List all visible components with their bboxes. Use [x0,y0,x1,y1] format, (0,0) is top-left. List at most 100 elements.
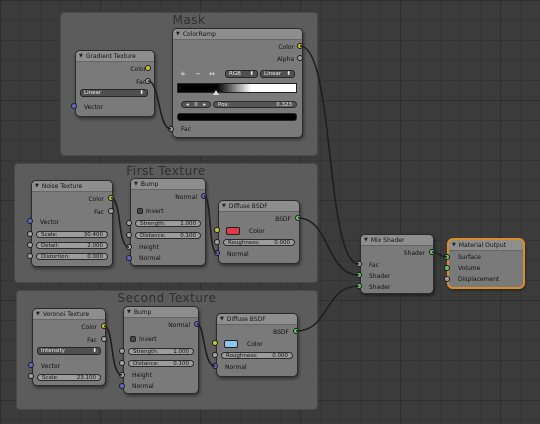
gradient-type-dropdown[interactable]: Linear ⬍ [80,89,148,97]
node-mix-shader[interactable]: ▼ Mix Shader Shader Fac Shader Shader [360,234,434,294]
socket-diffuse1-bsdf[interactable] [295,215,301,221]
stop-color-swatch[interactable] [177,113,297,121]
socket-ramp-fac[interactable] [168,126,174,132]
socket-bump2-strength[interactable] [119,348,125,354]
output-color-label: Color [278,44,294,51]
socket-bump1-distance[interactable] [126,232,132,238]
input-vector-label: Vector [41,363,61,370]
socket-voronoi-fac[interactable] [101,336,107,342]
socket-voronoi-vector[interactable] [28,362,34,368]
output-fac-label: Fac [87,337,97,344]
socket-voronoi-scale[interactable] [28,373,34,379]
socket-gradient-vector[interactable] [71,103,77,109]
socket-bump2-normal-in[interactable] [119,383,125,389]
node-material-output[interactable]: ▼ Material Output Surface Volume Displace… [448,239,524,288]
collapse-icon[interactable]: ▼ [127,309,131,315]
color-mode-dropdown[interactable]: RGB ⬍ [225,70,258,78]
socket-diffuse2-roughness[interactable] [212,352,218,358]
node-diffuse-bsdf-2[interactable]: ▼ Diffuse BSDF BSDF Color Roughness: 0.000… [216,313,298,377]
socket-noise-fac[interactable] [108,208,114,214]
socket-diffuse2-color[interactable] [212,340,218,346]
node-bump-2[interactable]: ▼ Bump Normal Invert Strength: 1.000 Dista… [123,306,199,394]
socket-diffuse2-bsdf[interactable] [293,328,299,334]
node-gradient-texture[interactable]: ▼ Gradient Texture Color Fac Linear ⬍ Vect… [75,50,155,117]
socket-gradient-color[interactable] [145,65,151,71]
stop-position-field[interactable]: Pos: 0.323 [213,101,297,108]
socket-ramp-color[interactable] [297,43,303,49]
ramp-stop-marker-icon[interactable] [213,90,219,95]
socket-noise-vector[interactable] [27,218,33,224]
socket-diffuse2-normal[interactable] [212,363,218,369]
collapse-icon[interactable]: ▼ [220,316,224,322]
roughness-field[interactable]: Roughness: 0.000 [223,239,295,246]
diffuse-color-swatch[interactable] [224,340,238,348]
field-label: Scale: [41,231,58,238]
coloring-dropdown[interactable]: Intensity ⬍ [37,347,101,355]
scale-field[interactable]: Scale: 23.100 [37,374,101,381]
socket-noise-distortion[interactable] [27,253,33,259]
socket-bump1-strength[interactable] [126,220,132,226]
socket-gradient-fac[interactable] [145,78,151,84]
socket-noise-color[interactable] [108,195,114,201]
input-surface-label: Surface [458,254,481,261]
socket-mix-shader-out[interactable] [429,249,435,255]
socket-diffuse1-roughness[interactable] [214,239,220,245]
flip-ramp-button[interactable]: ↔ [209,70,215,78]
distance-field[interactable]: Distance: 0.100 [135,232,201,239]
socket-bump2-height[interactable] [119,372,125,378]
output-bsdf-label: BSDF [275,216,291,223]
node-noise-texture[interactable]: ▼ Noise Texture Color Fac Vector Scale: 30… [31,180,113,267]
strength-field[interactable]: Strength: 1.000 [135,220,201,227]
socket-mix-fac[interactable] [356,261,362,267]
frame-title-first: First Texture [126,164,206,178]
node-bump-1[interactable]: ▼ Bump Normal Invert Strength: 1.000 Dista… [130,178,206,266]
distortion-field[interactable]: Distortion: 0.000 [36,253,108,260]
collapse-icon[interactable]: ▼ [35,183,39,189]
invert-checkbox[interactable] [137,208,143,214]
invert-checkbox[interactable] [130,336,136,342]
color-ramp-gradient-bar[interactable] [177,83,297,93]
node-title: Bump [140,180,159,188]
collapse-icon[interactable]: ▼ [364,237,368,243]
detail-field[interactable]: Detail: 2.000 [36,242,108,249]
socket-output-surface[interactable] [444,254,450,260]
socket-bump1-normal-out[interactable] [201,193,207,199]
socket-voronoi-color[interactable] [101,323,107,329]
remove-stop-button[interactable]: − [195,70,201,78]
socket-ramp-alpha[interactable] [297,55,303,61]
collapse-icon[interactable]: ▼ [36,311,40,317]
field-value: 0.000 [274,239,290,246]
socket-mix-shader2[interactable] [356,283,362,289]
dropdown-value: RGB [229,71,241,77]
interpolation-dropdown[interactable]: Linear ⬍ [260,70,295,78]
collapse-icon[interactable]: ▼ [222,203,226,209]
dropdown-arrow-icon: ⬍ [249,71,254,77]
collapse-icon[interactable]: ▼ [452,242,456,248]
socket-diffuse1-color[interactable] [214,227,220,233]
socket-noise-scale[interactable] [27,231,33,237]
scale-field[interactable]: Scale: 30.400 [36,231,108,238]
node-title: Mix Shader [370,236,405,244]
socket-output-volume[interactable] [444,265,450,271]
socket-noise-detail[interactable] [27,242,33,248]
distance-field[interactable]: Distance: 0.100 [128,360,194,367]
socket-bump2-distance[interactable] [119,360,125,366]
node-voronoi-texture[interactable]: ▼ Voronoi Texture Color Fac Intensity ⬍ Ve… [32,308,106,386]
strength-field[interactable]: Strength: 1.000 [128,348,194,355]
field-value: 0.323 [276,101,292,108]
collapse-icon[interactable]: ▼ [176,31,180,37]
roughness-field[interactable]: Roughness: 0.000 [221,352,293,359]
socket-bump1-height[interactable] [126,244,132,250]
socket-output-displacement[interactable] [444,276,450,282]
socket-mix-shader1[interactable] [356,272,362,278]
collapse-icon[interactable]: ▼ [79,53,83,59]
collapse-icon[interactable]: ▼ [134,181,138,187]
add-stop-button[interactable]: + [180,70,186,78]
node-color-ramp[interactable]: ▼ ColorRamp Color Alpha + − ↔ RGB ⬍ Linear… [172,28,303,138]
node-diffuse-bsdf-1[interactable]: ▼ Diffuse BSDF BSDF Color Roughness: 0.000… [218,200,300,264]
socket-diffuse1-normal[interactable] [214,250,220,256]
socket-bump1-normal-in[interactable] [126,255,132,261]
stop-index-field[interactable]: ◂ 0 ▸ [181,101,211,108]
socket-bump2-normal-out[interactable] [194,321,200,327]
diffuse-color-swatch[interactable] [226,227,240,235]
